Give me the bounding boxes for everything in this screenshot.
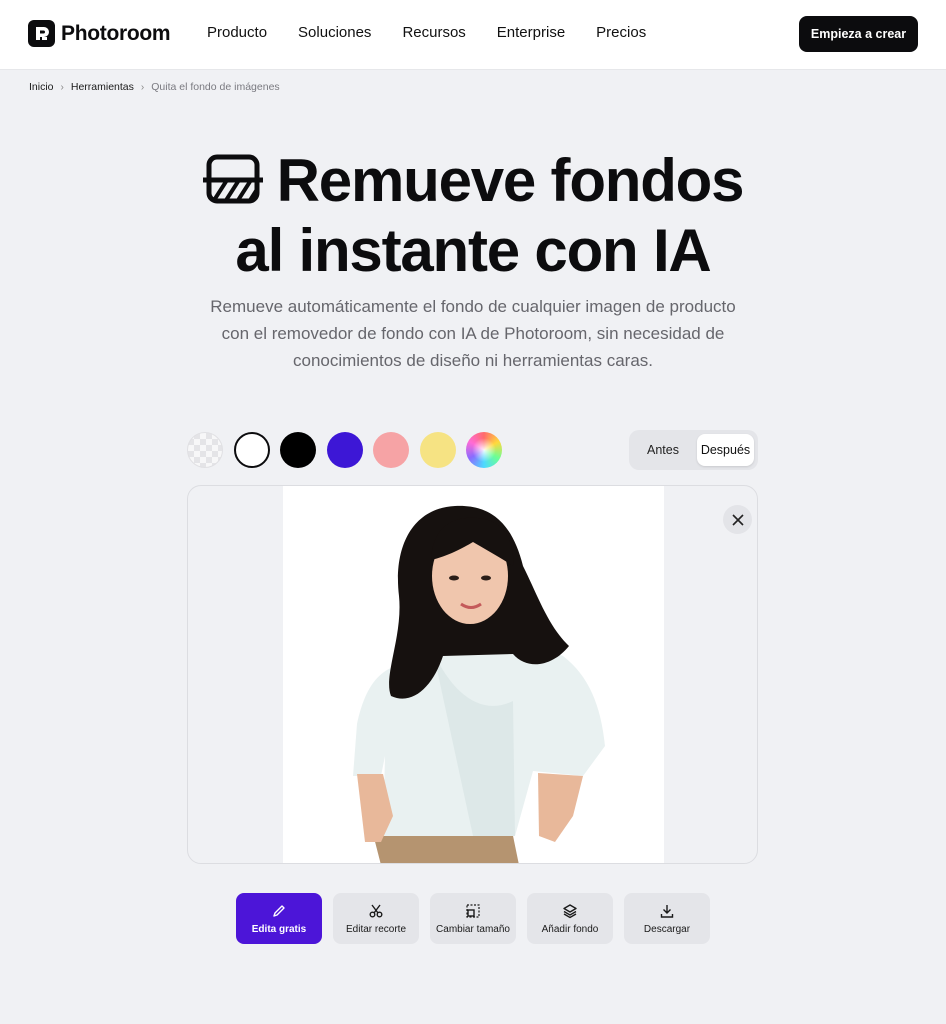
chevron-right-icon: › xyxy=(140,81,145,93)
swatch-white[interactable] xyxy=(233,432,270,468)
logo-text: Photoroom xyxy=(61,21,171,45)
color-picker-icon[interactable] xyxy=(466,432,502,468)
logo-icon xyxy=(28,20,55,47)
download-icon xyxy=(660,904,674,918)
chevron-right-icon: › xyxy=(60,81,64,93)
start-creating-button[interactable]: Empieza a crear xyxy=(799,16,918,52)
before-after-toggle: Antes Después xyxy=(629,430,758,470)
swatch-pink[interactable] xyxy=(373,432,409,468)
layers-icon xyxy=(563,903,577,918)
resize-label: Cambiar tamaño xyxy=(436,923,510,935)
nav-item-enterprise[interactable]: Enterprise xyxy=(497,24,565,41)
breadcrumb-current: Quita el fondo de imágenes xyxy=(151,81,280,93)
background-color-swatches xyxy=(187,432,513,468)
edit-cutout-button[interactable]: Editar recorte xyxy=(333,893,419,944)
resize-icon xyxy=(466,903,480,918)
breadcrumb-inicio[interactable]: Inicio xyxy=(29,81,54,93)
page-title: Remueve fondos al instante con IA xyxy=(0,146,946,286)
edit-free-label: Edita gratis xyxy=(251,923,307,935)
nav-item-producto[interactable]: Producto xyxy=(207,24,267,41)
toggle-after[interactable]: Después xyxy=(697,434,754,466)
title-line-2: al instante con IA xyxy=(235,217,711,284)
close-icon[interactable] xyxy=(723,505,752,534)
main-nav: Producto Soluciones Recursos Enterprise … xyxy=(207,24,677,41)
swatch-yellow[interactable] xyxy=(419,432,456,468)
hero-subtitle: Remueve automáticamente el fondo de cual… xyxy=(210,297,736,370)
background-remove-icon xyxy=(202,154,263,204)
scissors-icon xyxy=(369,904,383,917)
swatch-purple[interactable] xyxy=(326,432,363,468)
edit-cutout-label: Editar recorte xyxy=(345,923,407,935)
download-button[interactable]: Descargar xyxy=(624,893,710,944)
photoroom-logo[interactable]: Photoroom xyxy=(28,20,171,47)
nav-item-recursos[interactable]: Recursos xyxy=(402,24,465,41)
add-background-label: Añadir fondo xyxy=(541,923,599,935)
breadcrumb: Inicio › Herramientas › Quita el fondo d… xyxy=(29,81,280,93)
toggle-before[interactable]: Antes xyxy=(633,434,693,466)
download-label: Descargar xyxy=(643,923,691,935)
nav-item-soluciones[interactable]: Soluciones xyxy=(298,24,371,41)
add-background-button[interactable]: Añadir fondo xyxy=(527,893,613,944)
resize-button[interactable]: Cambiar tamaño xyxy=(430,893,516,944)
nav-item-precios[interactable]: Precios xyxy=(596,24,646,41)
breadcrumb-herramientas[interactable]: Herramientas xyxy=(71,81,134,93)
pencil-icon xyxy=(273,904,285,917)
person-cutout-image xyxy=(353,505,605,863)
swatch-transparent[interactable] xyxy=(187,432,223,468)
edit-free-button[interactable]: Edita gratis xyxy=(236,893,322,944)
swatch-black[interactable] xyxy=(280,432,316,468)
title-line-1: Remueve fondos xyxy=(0,146,946,216)
editing-toolbar: Edita gratis Editar recorte Cambiar tama… xyxy=(236,893,721,944)
result-photo xyxy=(283,486,664,863)
result-preview-panel xyxy=(187,485,758,864)
title-text-1: Remueve fondos xyxy=(276,147,745,214)
site-header: Photoroom Producto Soluciones Recursos E… xyxy=(0,0,946,70)
